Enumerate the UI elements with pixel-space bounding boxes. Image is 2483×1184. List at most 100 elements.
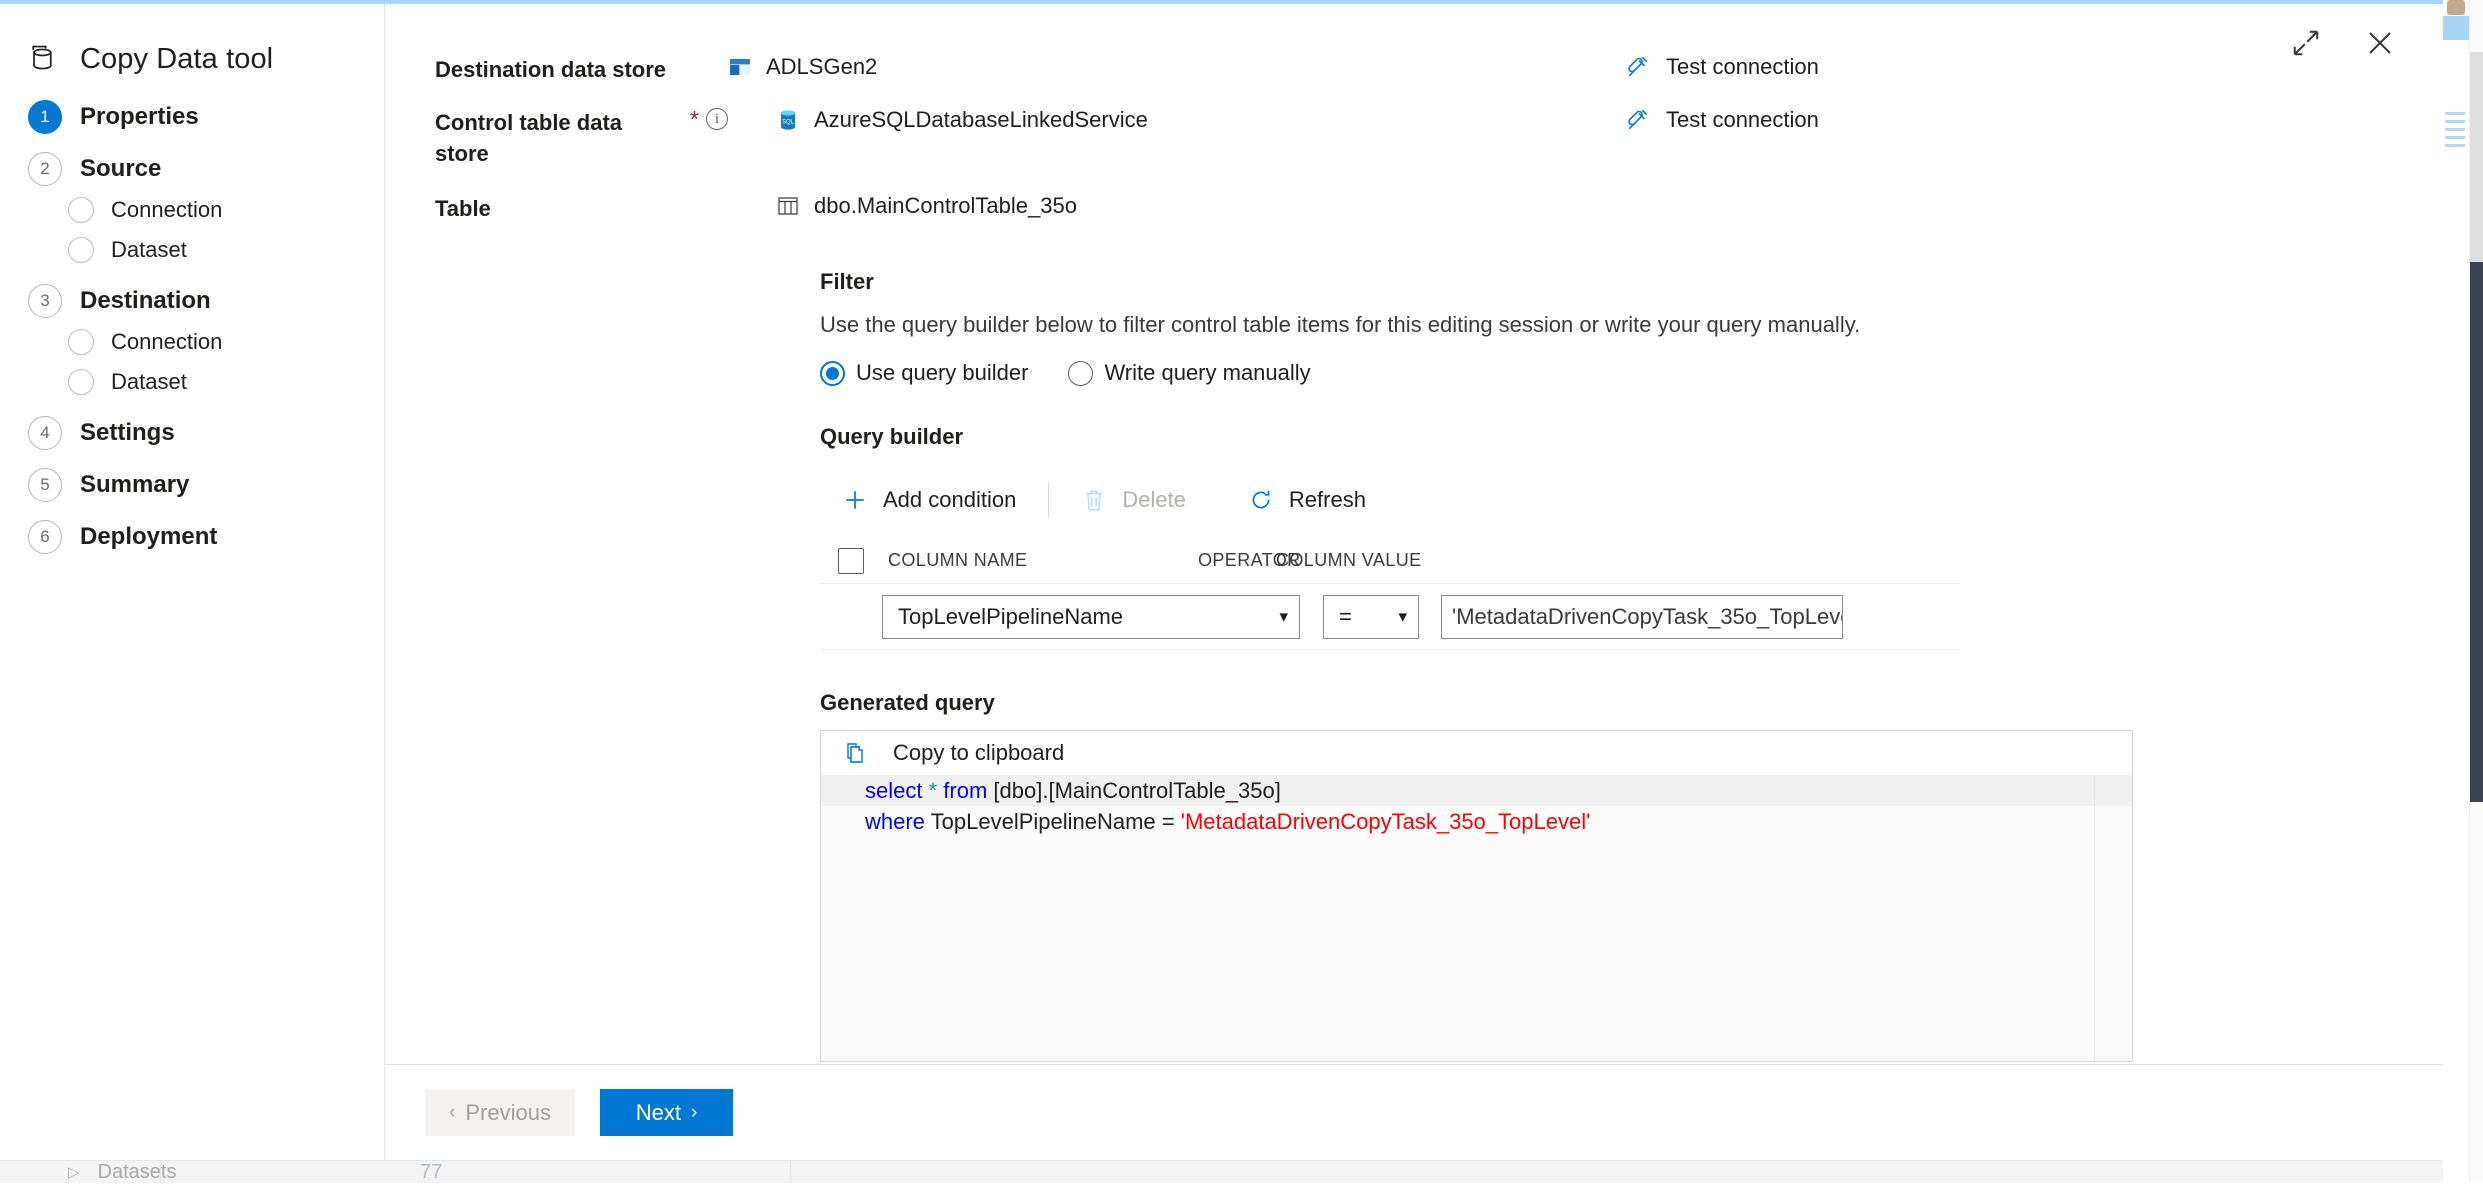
- generated-query-panel: Copy to clipboard select * from [dbo].[M…: [820, 730, 2133, 1062]
- wizard-footer: ‹ Previous Next ›: [385, 1064, 2443, 1160]
- radio-write-query-manually[interactable]: Write query manually: [1068, 360, 1310, 386]
- column-value-input[interactable]: 'MetadataDrivenCopyTask_35o_TopLeve: [1441, 595, 1843, 639]
- copy-to-clipboard-button[interactable]: Copy to clipboard: [821, 731, 2132, 775]
- test-connection-destination-link[interactable]: Test connection: [1625, 54, 1819, 80]
- sidebar-subitem-label: Connection: [111, 197, 222, 223]
- radio-unselected-icon: [1068, 361, 1093, 386]
- step-dot-icon: [68, 369, 94, 395]
- query-builder-title: Query builder: [820, 424, 2443, 450]
- page-minimap: [2443, 0, 2469, 1183]
- page-title: Copy Data tool: [28, 42, 384, 76]
- copy-icon: [843, 741, 867, 765]
- table-row: Table dbo.MainControlTable_35o: [385, 191, 2443, 224]
- chevron-down-icon: ▾: [1279, 607, 1288, 627]
- sidebar-subitem-source-dataset[interactable]: Dataset: [68, 230, 384, 270]
- radio-label: Write query manually: [1104, 360, 1310, 386]
- sidebar-subitem-label: Dataset: [111, 369, 187, 395]
- operator-select[interactable]: = ▾: [1323, 595, 1419, 639]
- refresh-icon: [1248, 487, 1274, 513]
- previous-button[interactable]: ‹ Previous: [425, 1089, 575, 1136]
- sidebar-item-deployment[interactable]: 6 Deployment: [28, 516, 384, 558]
- delete-label: Delete: [1122, 487, 1186, 513]
- sidebar-subitem-destination-connection[interactable]: Connection: [68, 322, 384, 362]
- plus-icon: [842, 487, 868, 513]
- destination-data-store-value: ADLSGen2: [728, 52, 877, 80]
- next-button-label: Next: [636, 1100, 681, 1126]
- filter-description: Use the query builder below to filter co…: [820, 312, 2443, 338]
- sidebar-item-properties[interactable]: 1 Properties: [28, 96, 384, 138]
- step-number-badge: 1: [28, 100, 62, 134]
- wizard-sidebar: Copy Data tool 1 Properties 2 Source Con…: [0, 4, 385, 1160]
- sidebar-item-label: Properties: [80, 103, 199, 131]
- avatar: [2447, 0, 2465, 15]
- minimap-band: [2445, 128, 2465, 131]
- radio-use-query-builder[interactable]: Use query builder: [820, 360, 1028, 386]
- refresh-button[interactable]: Refresh: [1226, 476, 1388, 524]
- background-tree-label: Datasets: [98, 1161, 177, 1184]
- minimap-band: [2445, 144, 2465, 147]
- sidebar-item-summary[interactable]: 5 Summary: [28, 464, 384, 506]
- scrollbar-thumb[interactable]: [2470, 262, 2483, 802]
- column-name-select[interactable]: TopLevelPipelineName ▾: [882, 595, 1300, 639]
- control-table-data-store-row: Control table data store * i SQL Azu: [385, 105, 2443, 169]
- condition-row: TopLevelPipelineName ▾ = ▾ 'MetadataDriv…: [820, 584, 1960, 650]
- background-tree-count: 77: [420, 1161, 442, 1184]
- step-number-badge: 2: [28, 152, 62, 186]
- radio-label: Use query builder: [856, 360, 1028, 386]
- next-button[interactable]: Next ›: [600, 1089, 733, 1136]
- minimap-band: [2445, 120, 2465, 123]
- properties-step-content: Destination data store ADLSGen2: [385, 4, 2443, 1064]
- sidebar-item-label: Destination: [80, 287, 211, 315]
- step-number-badge: 4: [28, 416, 62, 450]
- column-header-operator: OPERATOR: [1198, 550, 1276, 571]
- column-header-column-name: COLUMN NAME: [888, 550, 1198, 571]
- copy-to-clipboard-text: Copy to clipboard: [893, 740, 1064, 766]
- select-all-checkbox[interactable]: [838, 548, 864, 574]
- step-number-badge: 3: [28, 284, 62, 318]
- sidebar-item-label: Settings: [80, 419, 175, 447]
- control-table-data-store-value: SQL AzureSQLDatabaseLinkedService: [776, 105, 1148, 133]
- page-vertical-scrollbar[interactable]: [2469, 0, 2483, 1183]
- cell-separator: [160, 1161, 161, 1183]
- plug-icon: [1625, 54, 1651, 80]
- step-number-badge: 6: [28, 520, 62, 554]
- destination-data-store-text: ADLSGen2: [766, 54, 877, 80]
- minimap-highlight: [2443, 16, 2469, 40]
- sidebar-subitem-destination-dataset[interactable]: Dataset: [68, 362, 384, 402]
- minimap-band: [2445, 136, 2465, 139]
- database-tool-icon: [28, 42, 62, 76]
- destination-data-store-row: Destination data store ADLSGen2: [385, 52, 2443, 85]
- control-table-data-store-text: AzureSQLDatabaseLinkedService: [814, 107, 1148, 133]
- copy-data-tool-modal: Copy Data tool 1 Properties 2 Source Con…: [0, 4, 2443, 1160]
- scrollbar-track[interactable]: [2470, 52, 2483, 262]
- query-builder-toolbar: Add condition Delete: [820, 476, 2443, 524]
- test-connection-control-table-link[interactable]: Test connection: [1625, 107, 1819, 133]
- refresh-label: Refresh: [1289, 487, 1366, 513]
- trash-icon: [1081, 487, 1107, 513]
- editor-minimap-divider: [2094, 775, 2095, 1061]
- required-marker: *: [690, 108, 699, 130]
- sidebar-item-settings[interactable]: 4 Settings: [28, 412, 384, 454]
- chevron-left-icon: ‹: [449, 1102, 455, 1124]
- sidebar-subitem-source-connection[interactable]: Connection: [68, 190, 384, 230]
- sql-code-editor[interactable]: select * from [dbo].[MainControlTable_35…: [821, 775, 2132, 1061]
- destination-data-store-label: Destination data store: [435, 52, 680, 85]
- table-label: Table: [435, 191, 680, 224]
- sidebar-item-destination[interactable]: 3 Destination: [28, 280, 384, 322]
- radio-selected-icon: [820, 361, 845, 386]
- column-name-select-value: TopLevelPipelineName: [898, 604, 1123, 630]
- triangle-right-icon[interactable]: ▷: [68, 1163, 80, 1181]
- add-condition-button[interactable]: Add condition: [820, 476, 1038, 524]
- code-line-1: select * from [dbo].[MainControlTable_35…: [821, 775, 2132, 806]
- info-icon[interactable]: i: [706, 108, 728, 130]
- sidebar-item-label: Summary: [80, 471, 189, 499]
- chevron-down-icon: ▾: [1398, 607, 1407, 627]
- operator-select-value: =: [1339, 604, 1352, 630]
- cell-separator: [790, 1161, 791, 1183]
- query-builder-conditions-table: COLUMN NAME OPERATOR COLUMN VALUE TopLev…: [820, 538, 1960, 650]
- adls-gen2-icon: [728, 55, 752, 79]
- page-title-text: Copy Data tool: [80, 43, 273, 76]
- sidebar-item-source[interactable]: 2 Source: [28, 148, 384, 190]
- background-tree-row[interactable]: ▷ Datasets 77: [0, 1160, 2483, 1183]
- column-header-column-value: COLUMN VALUE: [1276, 550, 1422, 571]
